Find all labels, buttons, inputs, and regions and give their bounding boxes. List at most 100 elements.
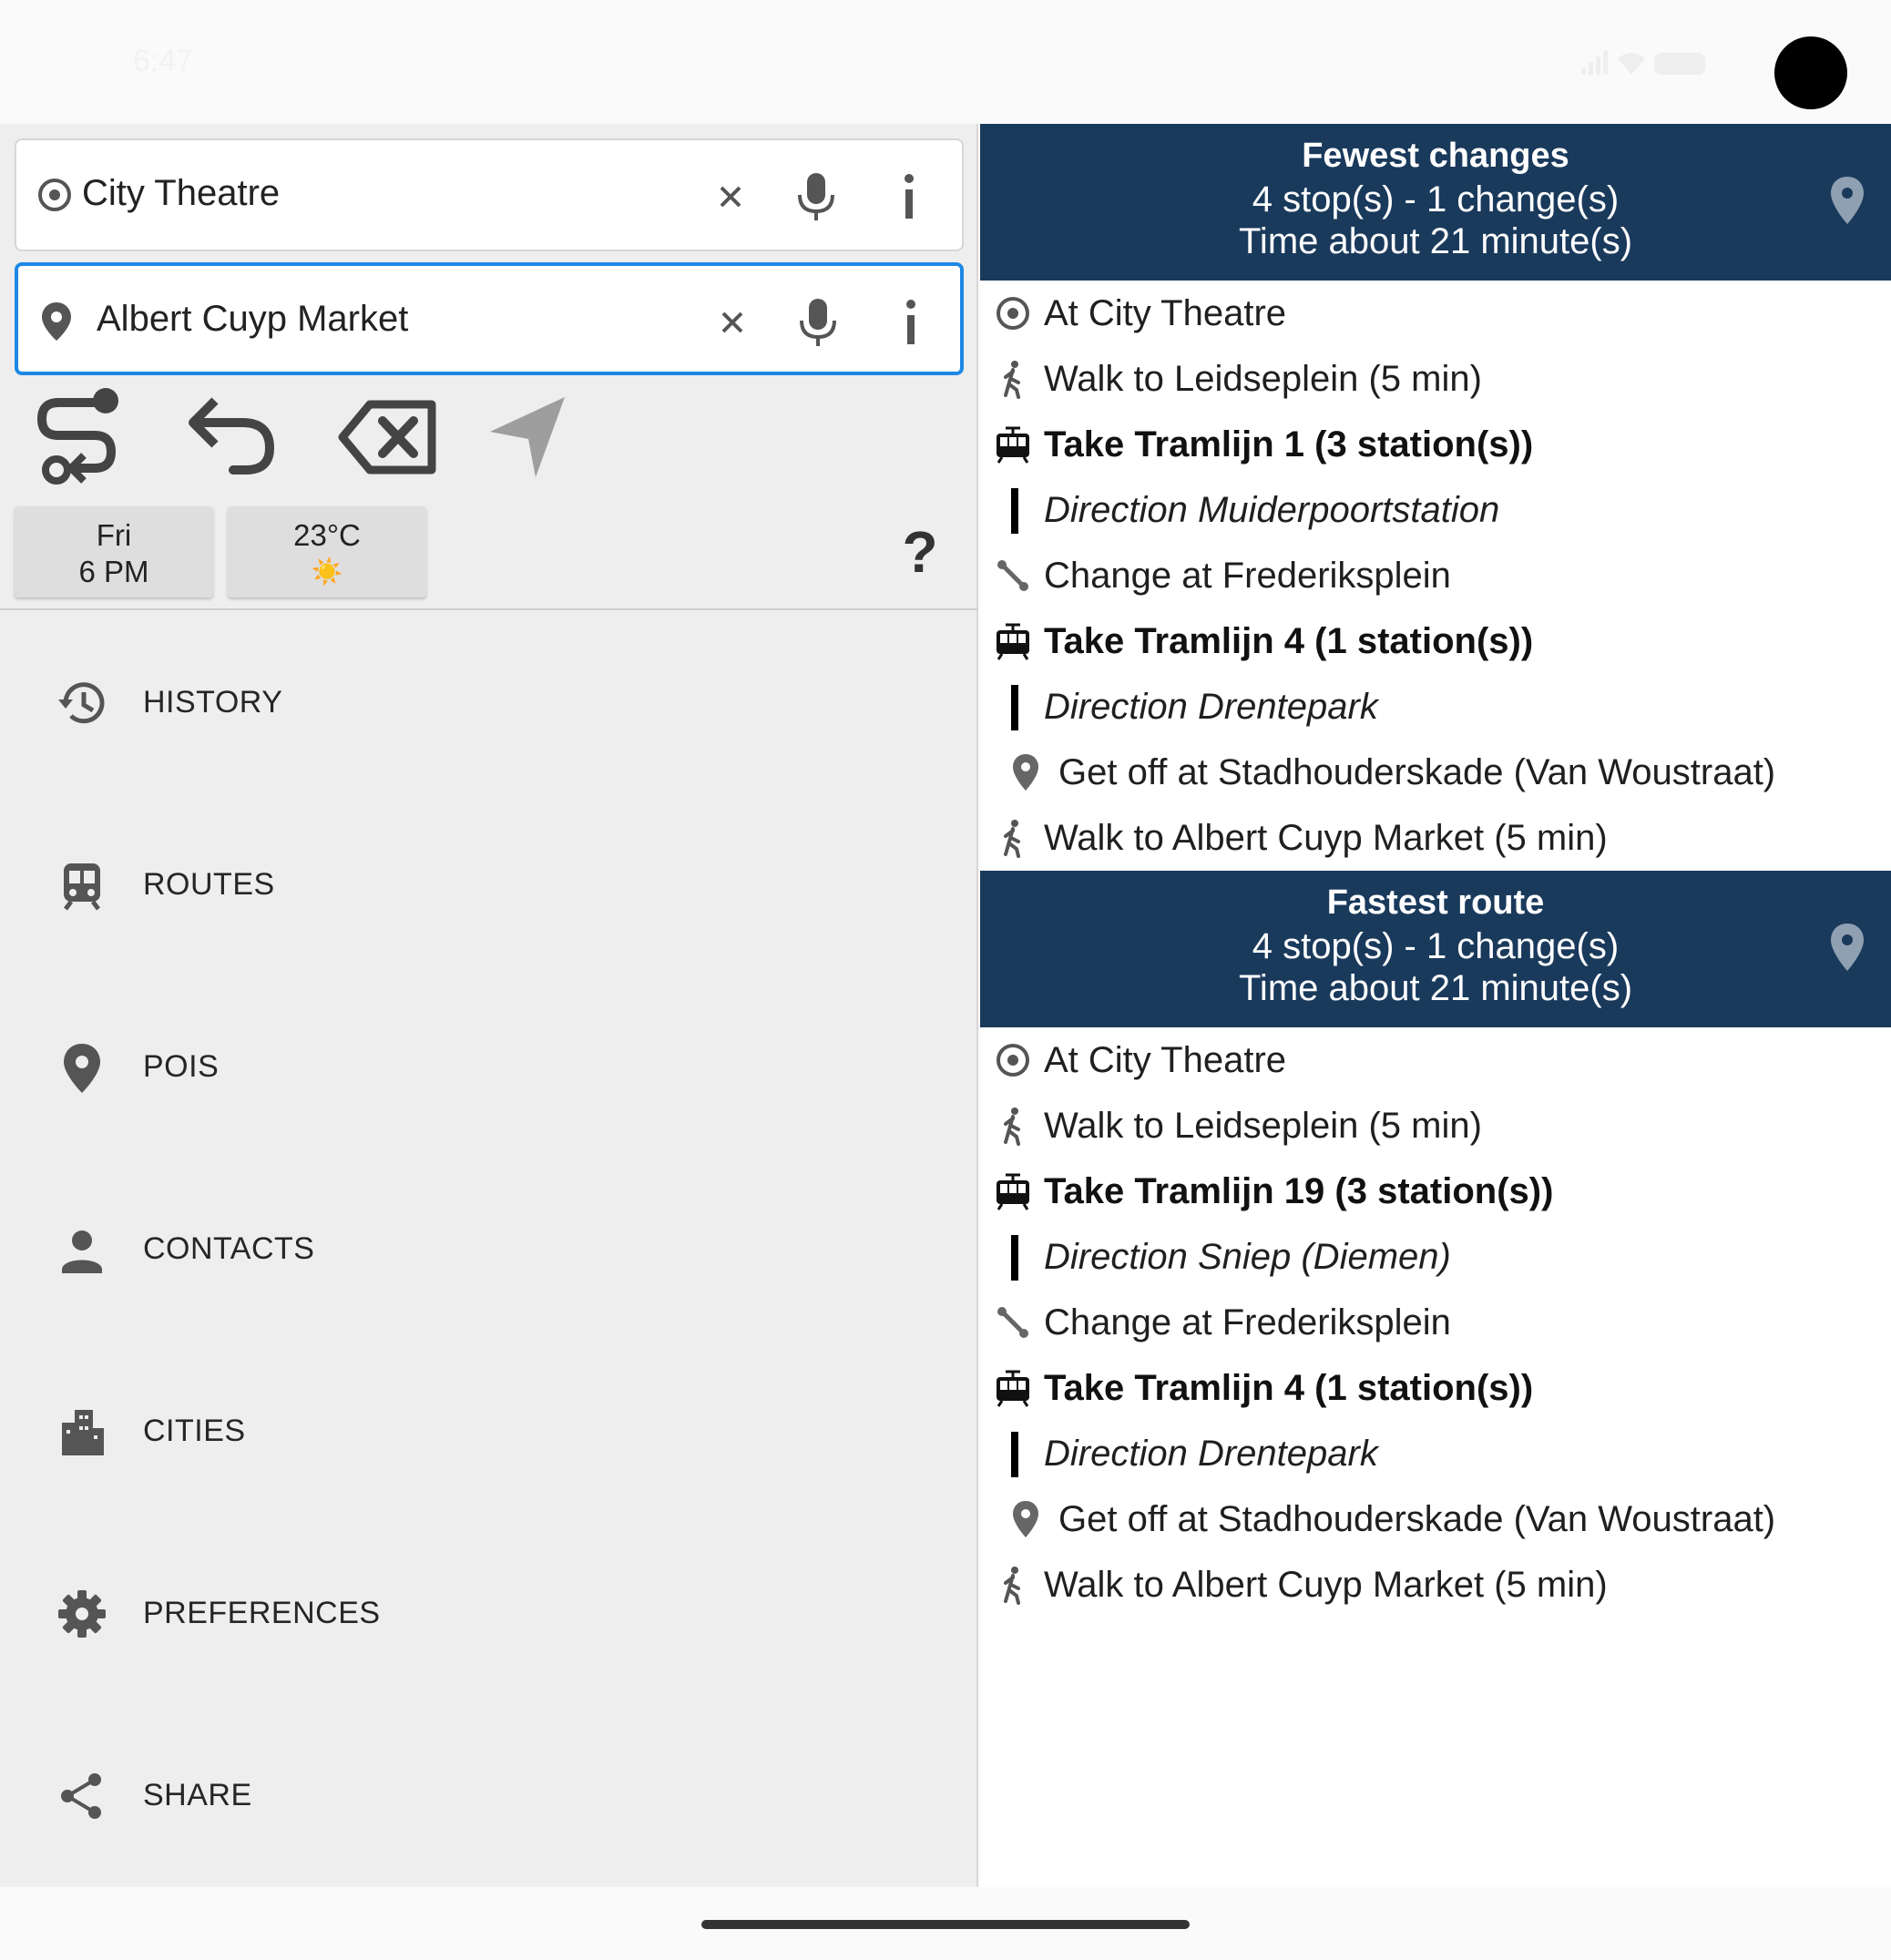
help-button[interactable]: ? — [893, 516, 947, 588]
menu-share[interactable]: SHARE — [0, 1723, 976, 1869]
origin-target-icon — [993, 293, 1033, 333]
clear-from-button[interactable] — [709, 175, 752, 219]
show-on-map-icon[interactable] — [1827, 175, 1867, 226]
step-text: Change at Frederiksplein — [1044, 1302, 1451, 1342]
system-nav-bar — [0, 1887, 1891, 1960]
step-text: Get off at Stadhouderskade (Van Woustraa… — [1058, 1499, 1776, 1539]
mic-to-button[interactable] — [792, 295, 843, 350]
menu-contacts[interactable]: CONTACTS — [0, 1177, 976, 1322]
menu-history[interactable]: HISTORY — [0, 630, 976, 776]
change-icon — [993, 556, 1033, 596]
chip-temp: 23°C — [293, 518, 361, 552]
step-text: At City Theatre — [1044, 1040, 1287, 1080]
step-text: Direction Drentepark — [1044, 687, 1378, 727]
route-plan-icon[interactable] — [31, 383, 140, 492]
route-step-direction: Direction Sniep (Diemen) — [980, 1224, 1891, 1290]
to-field[interactable]: Albert Cuyp Market — [15, 262, 964, 375]
step-text: Walk to Albert Cuyp Market (5 min) — [1044, 818, 1608, 858]
route-step-walk: Walk to Albert Cuyp Market (5 min) — [980, 1552, 1891, 1618]
route-step-change: Change at Frederiksplein — [980, 1290, 1891, 1355]
tram-icon — [993, 1171, 1033, 1211]
menu-label: CITIES — [143, 1414, 246, 1448]
menu-label: ROUTES — [143, 867, 275, 902]
step-text: Direction Sniep (Diemen) — [1044, 1237, 1451, 1277]
walk-icon — [993, 1106, 1033, 1146]
route-results-pane: Fewest changes 4 stop(s) - 1 change(s) Tim… — [980, 124, 1891, 1887]
direction-bar — [1011, 1235, 1018, 1281]
route-step-tram: Take Tramlijn 4 (1 station(s)) — [980, 608, 1891, 674]
direction-bar — [1011, 488, 1018, 534]
menu-pois[interactable]: POIS — [0, 995, 976, 1140]
origin-target-icon — [38, 179, 71, 211]
menu-label: PREFERENCES — [143, 1596, 381, 1630]
route-step-change: Change at Frederiksplein — [980, 543, 1891, 608]
place-icon — [64, 1044, 100, 1093]
route-step-getoff: Get off at Stadhouderskade (Van Woustraa… — [980, 740, 1891, 805]
step-text: Take Tramlijn 1 (3 station(s)) — [1044, 424, 1534, 464]
menu-label: CONTACTS — [143, 1231, 315, 1266]
step-text: Walk to Leidseplein (5 min) — [1044, 1106, 1482, 1146]
route-step-direction: Direction Drentepark — [980, 1421, 1891, 1486]
from-field[interactable]: City Theatre — [15, 138, 964, 251]
weather-chip[interactable]: 23°C ☀️ — [228, 506, 426, 597]
home-indicator[interactable] — [701, 1920, 1190, 1929]
status-icons — [1581, 51, 1705, 75]
step-text: At City Theatre — [1044, 293, 1287, 333]
route-summary: 4 stop(s) - 1 change(s) — [1252, 926, 1620, 966]
tram-icon — [993, 1368, 1033, 1408]
history-icon — [58, 682, 105, 724]
mic-from-button[interactable] — [791, 169, 842, 224]
route-step-direction: Direction Drentepark — [980, 674, 1891, 740]
route-step-walk: Walk to Albert Cuyp Market (5 min) — [980, 805, 1891, 871]
origin-target-icon — [993, 1040, 1033, 1080]
menu-label: HISTORY — [143, 685, 283, 720]
clear-to-button[interactable] — [710, 301, 754, 344]
menu-preferences[interactable]: PREFERENCES — [0, 1541, 976, 1687]
camera-cutout — [1774, 36, 1847, 109]
step-text: Direction Drentepark — [1044, 1434, 1378, 1474]
tram-icon — [993, 621, 1033, 661]
route-title: Fastest route — [1326, 883, 1545, 922]
walk-icon — [993, 818, 1033, 858]
route-time: Time about 21 minute(s) — [1238, 968, 1633, 1008]
route-step-walk: Walk to Leidseplein (5 min) — [980, 346, 1891, 412]
from-field-value[interactable]: City Theatre — [82, 173, 280, 214]
to-field-value[interactable]: Albert Cuyp Market — [97, 299, 408, 340]
route-header[interactable]: Fastest route 4 stop(s) - 1 change(s) Time… — [980, 871, 1891, 1027]
step-text: Get off at Stadhouderskade (Van Woustraa… — [1058, 752, 1776, 792]
undo-icon[interactable] — [179, 383, 288, 492]
info-to-button[interactable] — [893, 295, 929, 350]
route-step-tram: Take Tramlijn 4 (1 station(s)) — [980, 1355, 1891, 1421]
person-icon — [62, 1230, 102, 1273]
chip-time: 6 PM — [78, 555, 149, 588]
location-pin-icon — [1006, 752, 1046, 792]
backspace-icon[interactable] — [333, 383, 443, 492]
chip-day: Fri — [96, 518, 132, 552]
navigate-icon[interactable] — [479, 383, 588, 492]
step-text: Take Tramlijn 4 (1 station(s)) — [1044, 1368, 1534, 1408]
left-pane: City Theatre Albert Cuyp Market Fri 6 PM… — [0, 124, 978, 1887]
route-time: Time about 21 minute(s) — [1238, 221, 1633, 261]
step-text: Change at Frederiksplein — [1044, 556, 1451, 596]
route-step-direction: Direction Muiderpoortstation — [980, 477, 1891, 543]
direction-bar — [1011, 685, 1018, 730]
menu-routes[interactable]: ROUTES — [0, 812, 976, 958]
status-bar: 6:47 — [0, 0, 1891, 124]
show-on-map-icon[interactable] — [1827, 922, 1867, 973]
step-text: Walk to Albert Cuyp Market (5 min) — [1044, 1565, 1608, 1605]
location-pin-icon — [42, 302, 71, 341]
change-icon — [993, 1302, 1033, 1342]
location-pin-icon — [1006, 1499, 1046, 1539]
info-from-button[interactable] — [891, 169, 927, 224]
route-step-start: At City Theatre — [980, 281, 1891, 346]
status-time: 6:47 — [133, 44, 194, 78]
pane-divider — [0, 608, 978, 610]
datetime-chip[interactable]: Fri 6 PM — [15, 506, 213, 597]
route-header[interactable]: Fewest changes 4 stop(s) - 1 change(s) Tim… — [980, 124, 1891, 281]
step-text: Walk to Leidseplein (5 min) — [1044, 359, 1482, 399]
route-summary: 4 stop(s) - 1 change(s) — [1252, 179, 1620, 219]
menu-cities[interactable]: CITIES — [0, 1359, 976, 1505]
step-text: Take Tramlijn 19 (3 station(s)) — [1044, 1171, 1554, 1211]
menu-label: SHARE — [143, 1778, 252, 1812]
route-step-start: At City Theatre — [980, 1027, 1891, 1093]
